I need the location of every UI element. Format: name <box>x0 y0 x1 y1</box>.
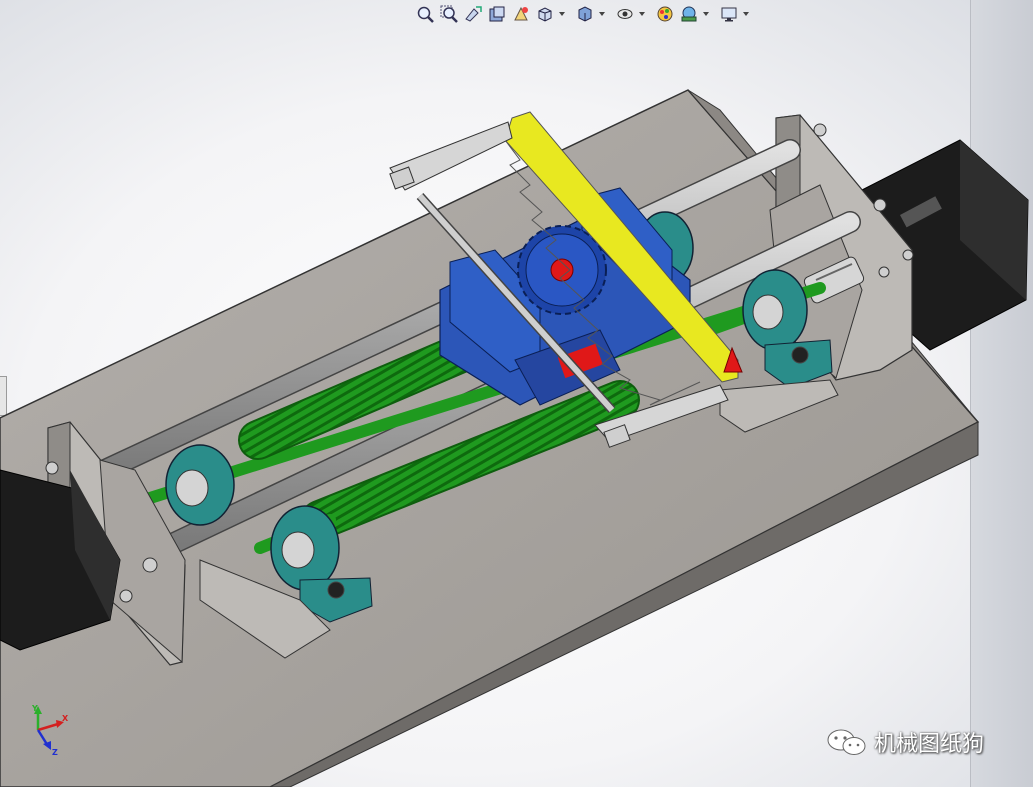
display-style-button[interactable] <box>574 3 596 25</box>
y-axis-label: Y <box>32 704 38 713</box>
section-view-icon <box>489 6 505 22</box>
apply-scene-dropdown[interactable] <box>702 3 710 25</box>
hide-show-items-button[interactable] <box>614 3 636 25</box>
wechat-logo-icon <box>827 729 866 755</box>
assembly-model[interactable] <box>0 0 1033 787</box>
zoom-to-area-icon <box>440 5 458 23</box>
section-view-button[interactable] <box>486 3 508 25</box>
x-axis-label: X <box>62 714 69 723</box>
zoom-to-fit-icon <box>417 6 434 23</box>
view-settings-icon <box>721 7 737 22</box>
hide-show-items-icon <box>617 9 633 19</box>
watermark: 机械图纸狗 <box>826 726 984 758</box>
view-orientation-dropdown[interactable] <box>558 3 566 25</box>
view-settings-button[interactable] <box>718 3 740 25</box>
display-style-icon <box>578 6 592 22</box>
view-settings-dropdown[interactable] <box>742 3 750 25</box>
graphics-area[interactable]: Y X Z 机械图纸狗 <box>0 0 1033 787</box>
view-orientation-button[interactable] <box>534 3 556 25</box>
reference-triad: Y X Z <box>28 704 78 762</box>
heads-up-view-toolbar <box>414 2 750 26</box>
z-axis-label: Z <box>52 748 58 757</box>
hide-show-items-dropdown[interactable] <box>638 3 646 25</box>
display-style-dropdown[interactable] <box>598 3 606 25</box>
edit-appearance-icon <box>657 6 673 22</box>
apply-scene-icon <box>681 6 697 22</box>
view-orientation-icon <box>538 7 552 22</box>
edit-appearance-button[interactable] <box>654 3 676 25</box>
previous-view-button[interactable] <box>462 3 484 25</box>
pinion-gear <box>517 225 607 315</box>
zoom-to-fit-button[interactable] <box>414 3 436 25</box>
dynamic-annotation-icon <box>514 6 528 21</box>
x-axis-arrow <box>37 722 59 732</box>
watermark-text: 机械图纸狗 <box>874 732 985 757</box>
apply-scene-button[interactable] <box>678 3 700 25</box>
dynamic-annotation-button[interactable] <box>510 3 532 25</box>
zoom-to-area-button[interactable] <box>438 3 460 25</box>
previous-view-icon <box>465 6 482 22</box>
